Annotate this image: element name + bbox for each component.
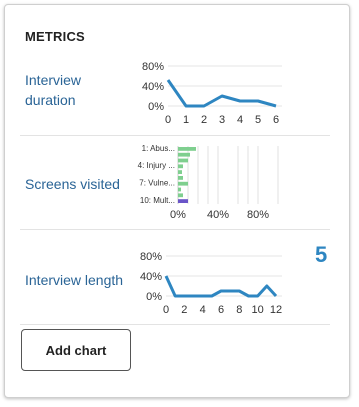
x-tick-label: 0: [165, 114, 171, 126]
bar: [178, 170, 182, 174]
panel-title: METRICS: [25, 29, 85, 44]
bar: [178, 164, 183, 169]
metric-label-interview-duration[interactable]: Interview duration: [25, 70, 135, 110]
metric-label-screens-visited[interactable]: Screens visited: [25, 174, 135, 194]
divider: [20, 324, 330, 325]
metric-label-interview-length[interactable]: Interview length: [25, 270, 135, 290]
x-tick-label: 0%: [170, 209, 186, 221]
category-label: 10: Mult...: [140, 196, 175, 205]
x-tick-label: 1: [183, 114, 189, 126]
x-tick-label: 4: [237, 114, 243, 126]
x-tick-label: 80%: [247, 209, 269, 221]
bar: [178, 147, 196, 151]
x-tick-label: 40%: [207, 209, 229, 221]
category-label: 1: Abus...: [142, 144, 175, 153]
bar: [178, 152, 190, 157]
interview-length-value: 5: [315, 242, 328, 267]
screens-visited-chart: 1: Abus... 4: Injury ... 7: Vulne... 10: Mu…: [138, 144, 279, 221]
y-tick-label: 80%: [142, 61, 164, 73]
x-tick-label: 10: [252, 304, 264, 316]
x-tick-label: 8: [236, 304, 242, 316]
x-tick-label: 6: [273, 114, 279, 126]
bar: [178, 187, 181, 192]
x-tick-label: 2: [181, 304, 187, 316]
bar: [178, 199, 188, 203]
bar: [178, 176, 183, 180]
category-label: 4: Injury ...: [138, 161, 175, 170]
x-tick-label: 12: [270, 304, 282, 316]
y-tick-label: 0%: [146, 291, 162, 303]
divider: [20, 229, 330, 230]
series-line: [164, 275, 278, 298]
x-tick-label: 5: [255, 114, 261, 126]
interview-duration-chart: 80% 40% 0%0 1 2 3 4 5 6: [142, 61, 282, 126]
category-label: 7: Vulne...: [139, 179, 175, 188]
x-tick-label: 3: [219, 114, 225, 126]
y-tick-label: 0%: [148, 101, 164, 113]
y-tick-label: 40%: [142, 81, 164, 93]
y-tick-label: 40%: [140, 271, 162, 283]
bar: [178, 158, 188, 163]
y-tick-label: 80%: [140, 251, 162, 263]
divider: [20, 135, 330, 136]
x-tick-label: 4: [200, 304, 206, 316]
add-chart-button[interactable]: Add chart: [21, 329, 131, 371]
series-line: [166, 79, 277, 108]
x-tick-label: 0: [163, 304, 169, 316]
bar: [178, 193, 183, 198]
bar: [178, 181, 188, 186]
interview-length-chart: 80% 40% 0%0 2 4 6 8 10 12: [140, 251, 282, 316]
x-tick-label: 2: [201, 114, 207, 126]
x-tick-label: 6: [218, 304, 224, 316]
